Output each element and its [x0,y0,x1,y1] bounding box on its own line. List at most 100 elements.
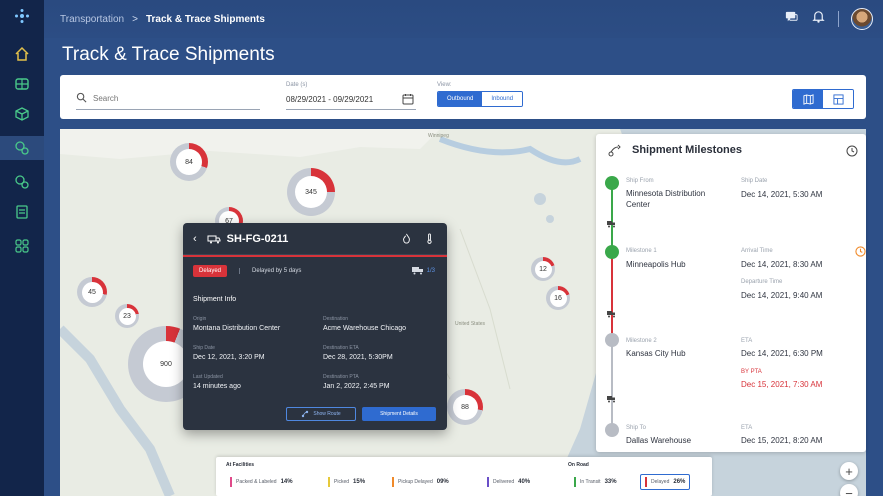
shipment-details-button[interactable]: Shipment Details [362,407,436,421]
dest-pta-label: Destination PTA [323,374,359,380]
legend-item[interactable]: Picked 15% [328,477,365,487]
search-input[interactable] [93,94,243,103]
milestone-time-label: BY PTA [741,369,762,375]
ship-date-value: Dec 12, 2021, 3:20 PM [193,354,265,361]
table-view-button[interactable] [823,90,853,108]
breadcrumb-current: Track & Trace Shipments [145,13,265,25]
map-cluster[interactable]: 84 [170,143,208,181]
zoom-out-button[interactable]: − [840,484,858,496]
status-badge: Delayed [193,265,228,277]
legend-label: Packed & Labeled [236,479,277,485]
thermometer-icon[interactable] [424,233,435,244]
date-label: Date (s) [286,82,308,88]
map-cluster[interactable]: 88 [447,389,483,425]
delay-indicator[interactable]: 1/3 [411,266,435,275]
legend-item-selected[interactable]: Delayed 26% [640,474,691,490]
legend-road-title: On Road [568,462,589,468]
home-icon[interactable] [0,42,44,66]
dest-pta-value: Jan 2, 2022, 2:45 PM [323,383,390,390]
map-cluster[interactable]: 45 [77,277,107,307]
delay-count: 1/3 [426,267,435,274]
delay-alert-clock-icon[interactable] [855,246,866,257]
milestone-label: Milestone 1 [626,248,657,254]
map-cluster[interactable]: 345 [287,168,335,216]
timeline-segment-delayed [611,258,613,338]
milestones-title: Shipment Milestones [632,144,743,156]
delay-row: Delayed Delayed by 5 days [193,265,301,277]
map-view-button[interactable] [793,90,823,108]
map-label-winnipeg: Winnipeg [428,133,449,139]
shipment-info-title: Shipment Info [193,296,237,303]
milestones-panel: Shipment Milestones Ship From Minnesota … [596,134,866,452]
view-selector: View: Outbound Inbound [437,82,524,107]
destination-value: Acme Warehouse Chicago [323,325,407,332]
legend-swatch [487,477,489,487]
map-cluster[interactable]: 12 [531,257,555,281]
milestone-time-label: ETA [741,338,753,344]
legend-item[interactable]: Delivered 40% [487,477,530,487]
inbound-tab[interactable]: Inbound [482,92,523,106]
map-cluster[interactable]: 23 [115,304,139,328]
date-range-field[interactable]: Date (s) 08/29/2021 - 09/29/2021 [286,82,416,110]
direction-toggle: Outbound Inbound [437,91,524,107]
milestone-time-value-delayed: Dec 15, 2021, 7:30 AM [741,380,823,389]
outbound-tab[interactable]: Outbound [438,92,483,106]
cluster-count: 345 [295,176,327,208]
milestone-location: Dallas Warehouse [626,436,692,445]
show-route-button[interactable]: Show Route [286,407,356,421]
zoom-in-button[interactable]: + [840,462,858,480]
apps-grid-icon[interactable] [0,234,44,258]
search-field [76,88,260,110]
dest-eta-label: Destination ETA [323,345,359,351]
date-range-value[interactable]: 08/29/2021 - 09/29/2021 [286,95,373,104]
user-avatar[interactable] [851,8,873,30]
track-shipments-icon[interactable] [0,136,44,160]
package-icon[interactable] [0,102,44,126]
legend-item[interactable]: Pickup Delayed 09% [392,477,449,487]
cluster-count: 12 [534,260,552,278]
chat-icon[interactable] [784,9,799,29]
status-legend: At Facilities On Road Packed & Labeled 1… [216,457,712,496]
documents-icon[interactable] [0,200,44,224]
legend-swatch [574,477,576,487]
calendar-icon[interactable] [402,93,414,105]
top-bar: Transportation > Track & Trace Shipments [44,0,883,38]
dest-eta-value: Dec 28, 2021, 5:30PM [323,354,393,361]
app-logo-icon[interactable] [0,4,44,28]
legend-swatch [645,477,647,487]
milestone-time-value: Dec 14, 2021, 5:30 AM [741,190,823,199]
legend-value: 33% [604,479,617,485]
milestone-dot-complete [605,176,619,190]
origin-value: Montana Distribution Center [193,325,281,332]
popup-status-line [183,255,447,257]
last-updated-label: Last Updated [193,374,223,380]
breadcrumb-root[interactable]: Transportation [60,14,124,25]
legend-value: 14% [280,479,293,485]
truck-marker-icon [607,396,615,403]
milestone-time-value: Dec 14, 2021, 9:40 AM [741,291,823,300]
cluster-count: 45 [81,281,103,303]
milestone-location: Minnesota Distribution Center [626,189,706,209]
map-cluster[interactable]: 16 [546,286,570,310]
popup-header-actions [401,233,435,244]
legend-item[interactable]: In Transit 33% [574,477,617,487]
milestone-time-value: Dec 15, 2021, 8:20 AM [741,436,823,445]
ship-date-label: Ship Date [193,345,215,351]
legend-value: 40% [518,479,531,485]
milestone-location: Minneapolis Hub [626,260,686,269]
inventory-icon[interactable] [0,72,44,96]
milestone-time-label: ETA [741,425,753,431]
popup-header: ‹ SH-FG-0211 [183,223,447,255]
history-clock-icon[interactable] [846,145,858,157]
bell-icon[interactable] [811,9,826,29]
legend-item[interactable]: Packed & Labeled 14% [230,477,293,487]
view-label: View: [437,82,452,88]
legend-label: Pickup Delayed [398,479,433,485]
milestone-label: Milestone 2 [626,338,657,344]
back-chevron-icon[interactable]: ‹ [193,233,197,245]
shipments-icon[interactable] [0,170,44,194]
map-label-us: United States [455,321,486,327]
milestone-time-value: Dec 14, 2021, 6:30 PM [741,349,823,358]
origin-label: Origin [193,316,207,322]
fire-icon[interactable] [401,233,412,244]
